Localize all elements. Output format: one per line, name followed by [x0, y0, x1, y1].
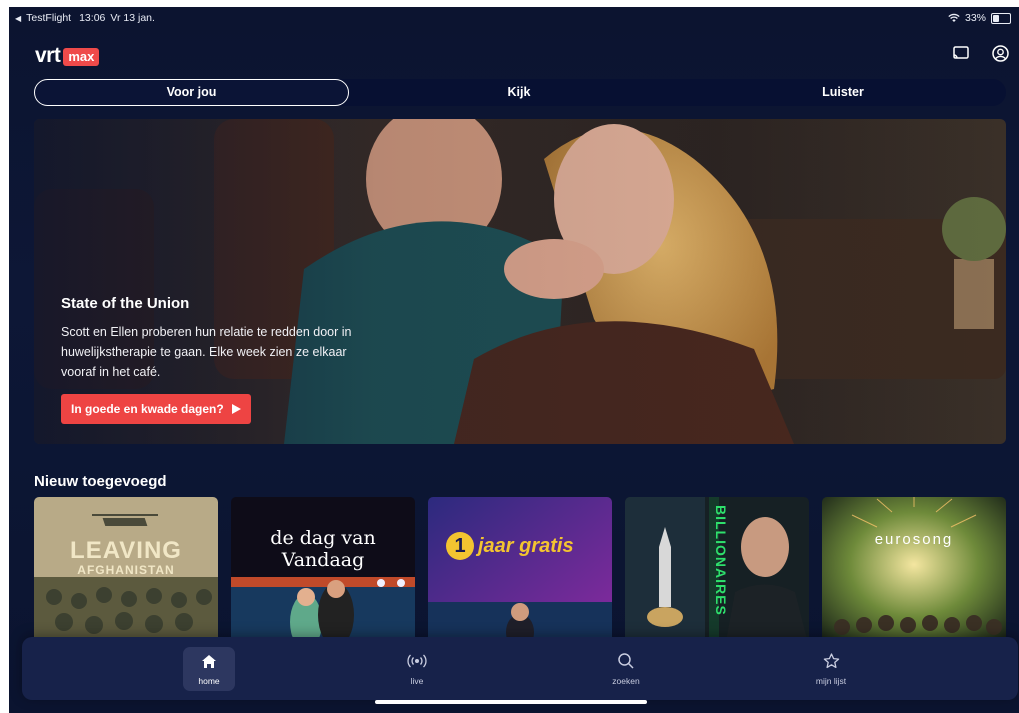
card-eurosong[interactable]: eurosong — [822, 497, 1006, 647]
tab-luister[interactable]: Luister — [680, 79, 1006, 106]
app-header: vrt max — [9, 41, 1019, 71]
nav-zoeken[interactable]: zoeken — [600, 647, 652, 691]
carousel-nieuw-toegevoegd: LEAVING AFGHANISTAN de dag van Vandaag 1… — [34, 497, 1006, 647]
account-icon[interactable] — [992, 45, 1009, 62]
app-screen: ◀ TestFlight 13:06 Vr 13 jan. 33% vrt ma… — [9, 7, 1019, 713]
card-billionaires[interactable]: BILLIONAIRES — [625, 497, 809, 647]
card-billionaires-title: BILLIONAIRES — [713, 505, 729, 616]
hero-description: Scott en Ellen proberen hun relatie te r… — [61, 325, 352, 379]
card-1-jaar-gratis[interactable]: 1 jaar gratis — [428, 497, 612, 647]
live-icon — [407, 654, 427, 668]
nav-mijn-lijst[interactable]: mijn lijst — [805, 647, 857, 691]
card-dag-van-vandaag-image — [231, 497, 415, 647]
card-leaving-afghanistan[interactable]: LEAVING AFGHANISTAN — [34, 497, 218, 647]
back-app-label[interactable]: TestFlight — [26, 12, 71, 24]
nav-live[interactable]: live — [391, 647, 443, 691]
home-indicator[interactable] — [375, 700, 647, 704]
card-dag-title: de dag van Vandaag — [270, 527, 376, 571]
hero-title: State of the Union — [61, 295, 190, 312]
card-eurosong-image — [822, 497, 1006, 647]
hero-cta-button[interactable]: In goede en kwade dagen? — [61, 394, 251, 424]
nav-live-label: live — [410, 676, 424, 686]
status-bar: ◀ TestFlight 13:06 Vr 13 jan. 33% — [9, 7, 1019, 29]
nav-home-label: home — [198, 676, 220, 686]
hero-banner[interactable]: State of the Union Scott en Ellen prober… — [34, 119, 1006, 444]
battery-icon — [991, 12, 1011, 24]
section-title-nieuw: Nieuw toegevoegd — [34, 473, 167, 490]
card-eurosong-title: eurosong — [874, 531, 954, 548]
card-1-title: jaar gratis — [478, 534, 574, 557]
search-icon — [618, 653, 634, 669]
card-1-jaar-gratis-image — [428, 497, 612, 647]
nav-zoeken-label: zoeken — [612, 676, 640, 686]
vrt-max-logo[interactable]: vrt max — [35, 44, 100, 68]
status-date: Vr 13 jan. — [110, 12, 155, 24]
cast-icon[interactable] — [952, 45, 970, 61]
battery-percent: 33% — [964, 12, 986, 24]
tab-voor-jou[interactable]: Voor jou — [34, 79, 349, 106]
wifi-icon — [948, 13, 960, 22]
main-tabs: Voor jou Kijk Luister — [34, 79, 1006, 106]
card-leaving-subtitle: AFGHANISTAN — [77, 563, 175, 577]
logo-max-badge: max — [63, 48, 100, 66]
nav-home[interactable]: home — [183, 647, 235, 691]
star-icon — [823, 653, 839, 669]
tab-kijk[interactable]: Kijk — [358, 79, 680, 106]
nav-mijn-lijst-label: mijn lijst — [815, 676, 847, 686]
status-time: 13:06 — [79, 12, 106, 24]
home-icon — [202, 654, 216, 668]
bottom-navigation: home live zoeken mijn lijst — [22, 637, 1018, 700]
play-icon — [231, 404, 241, 414]
logo-vrt-text: vrt — [35, 44, 61, 67]
card-leaving-title: LEAVING — [70, 537, 182, 564]
back-arrow-icon[interactable]: ◀ — [15, 14, 21, 23]
card-de-dag-van-vandaag[interactable]: de dag van Vandaag — [231, 497, 415, 647]
hero-cta-label: In goede en kwade dagen? — [71, 402, 224, 416]
card-1-number: 1 — [446, 532, 474, 560]
